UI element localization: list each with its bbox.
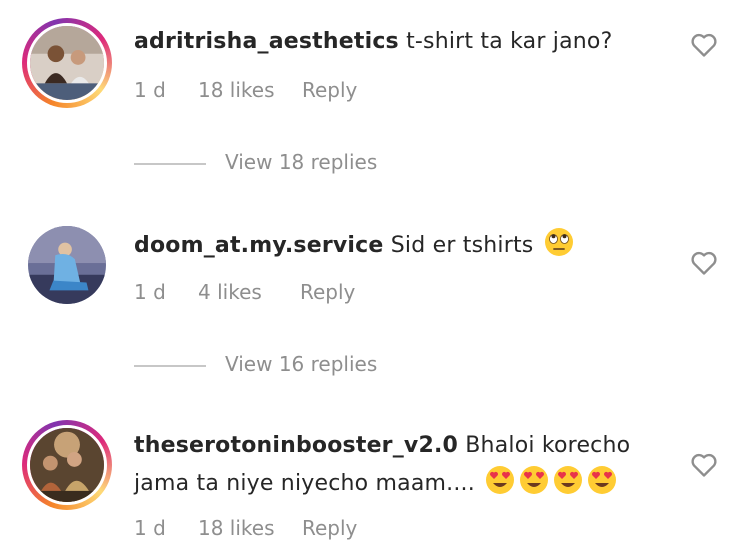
timestamp: 1 d — [134, 516, 166, 540]
heart-eyes-icon — [486, 466, 515, 494]
couple-photo-avatar-icon — [30, 26, 104, 100]
avatar[interactable] — [22, 420, 112, 510]
view-replies-label[interactable]: View 16 replies — [225, 352, 377, 376]
username[interactable]: doom_at.my.service — [134, 233, 384, 258]
comment-body: t-shirt ta kar jano? — [406, 29, 613, 54]
avatar[interactable] — [22, 18, 112, 108]
comment-text: adritrisha_aesthetics t-shirt ta kar jan… — [134, 24, 674, 60]
group-photo-avatar-icon — [30, 428, 104, 502]
likes-count[interactable]: 4 likes — [198, 280, 262, 304]
view-replies-label[interactable]: View 18 replies — [225, 150, 377, 174]
username[interactable]: adritrisha_aesthetics — [134, 29, 399, 54]
likes-count[interactable]: 18 likes — [198, 516, 275, 540]
heart-icon[interactable] — [690, 250, 718, 276]
reply-button[interactable]: Reply — [302, 78, 357, 102]
heart-eyes-icon — [588, 466, 617, 494]
likes-count[interactable]: 18 likes — [198, 78, 275, 102]
replies-divider — [134, 365, 206, 367]
comment-body: Sid er tshirts — [390, 233, 534, 258]
heart-eyes-icon — [520, 466, 549, 494]
username[interactable]: theserotoninbooster_v2.0 — [134, 433, 458, 458]
timestamp: 1 d — [134, 280, 166, 304]
comment-text: doom_at.my.service Sid er tshirts — [134, 226, 674, 264]
reply-button[interactable]: Reply — [300, 280, 355, 304]
heart-icon[interactable] — [690, 452, 718, 478]
heart-eyes-icon — [554, 466, 583, 494]
comment-text: theserotoninbooster_v2.0 Bhaloi korecho … — [134, 428, 674, 502]
timestamp: 1 d — [134, 78, 166, 102]
person-sitting-avatar-icon — [28, 226, 106, 304]
avatar[interactable] — [22, 220, 112, 310]
replies-divider — [134, 163, 206, 165]
face-with-rolling-eyes-icon — [544, 228, 573, 256]
heart-icon[interactable] — [690, 32, 718, 58]
reply-button[interactable]: Reply — [302, 516, 357, 540]
